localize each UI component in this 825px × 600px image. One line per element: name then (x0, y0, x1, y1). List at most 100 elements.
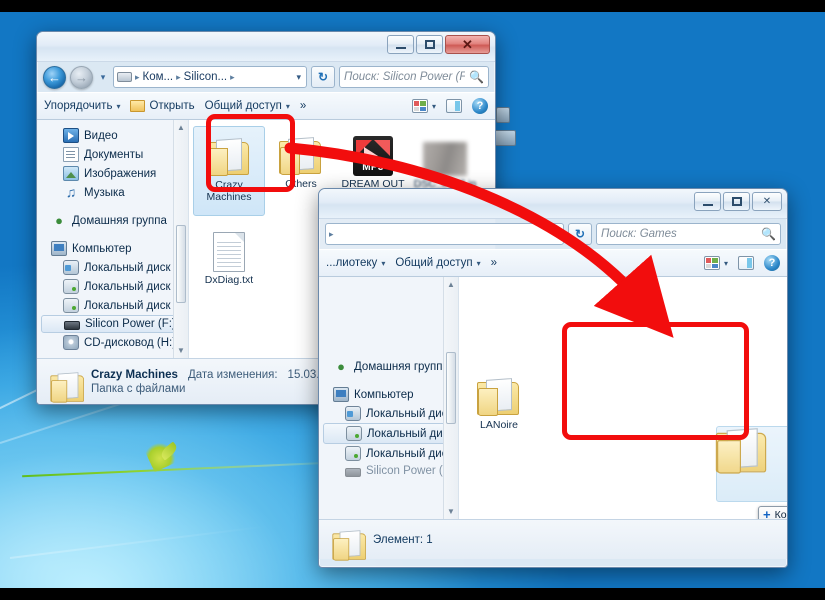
nav-item-drive-e[interactable]: Локальный диск (E:) (319, 444, 458, 463)
chevron-down-icon: ▾ (285, 101, 290, 111)
refresh-button[interactable]: ↻ (568, 223, 592, 245)
help-icon[interactable]: ? (764, 255, 780, 271)
nav-pane-scrollbar[interactable]: ▲ ▼ (443, 277, 458, 519)
drop-target-area[interactable]: + Копировать в "Games" (706, 414, 787, 519)
nav-item-silicon-power[interactable]: Silicon Power (F:) (41, 315, 184, 333)
scrollbar-thumb[interactable] (446, 352, 456, 424)
drop-tooltip: + Копировать в "Games" (758, 506, 787, 519)
desktop-icon[interactable] (496, 107, 510, 123)
nav-item-music[interactable]: ♫ Музыка (37, 183, 188, 202)
cd-drive-icon (63, 335, 79, 350)
minimize-button[interactable] (387, 35, 414, 54)
preview-pane-icon[interactable] (446, 99, 462, 113)
close-button[interactable]: ✕ (445, 35, 490, 54)
titlebar-source[interactable]: ✕ (37, 32, 495, 62)
share-button[interactable]: Общий доступ ▾ (395, 257, 480, 269)
nav-item-video[interactable]: Видео (37, 126, 188, 145)
organize-button[interactable]: Упорядочить ▾ (44, 100, 120, 112)
maximize-button[interactable] (723, 192, 750, 211)
nav-label: Компьютер (72, 242, 132, 255)
breadcrumb-dropdown-icon[interactable]: ▾ (553, 229, 560, 240)
file-list-target[interactable]: LANoire + Копировать в "Games" (459, 277, 787, 519)
scroll-down-icon[interactable]: ▼ (444, 504, 458, 519)
nav-item-homegroup[interactable]: ● Домашняя группа (37, 211, 188, 230)
help-icon[interactable]: ? (472, 98, 488, 114)
titlebar-target[interactable]: ✕ (319, 189, 787, 219)
forward-button[interactable]: → (70, 65, 93, 89)
breadcrumb-source[interactable]: ▸ Ком... ▸ Silicon... ▸ ▾ (113, 66, 307, 88)
scroll-down-icon[interactable]: ▼ (174, 343, 188, 358)
details-pane-target: Элемент: 1 (319, 519, 787, 561)
computer-icon (51, 241, 67, 256)
nav-label: Видео (84, 129, 118, 142)
nav-pane-scrollbar[interactable]: ▲ ▼ (173, 120, 188, 358)
close-button[interactable]: ✕ (752, 192, 782, 211)
change-view-button[interactable]: ▾ (411, 99, 436, 113)
explorer-window-target[interactable]: ✕ ▸ ▾ ↻ Поиск: Games 🔍 ...лиотеку ▾ Общи… (318, 188, 788, 568)
add-to-library-button[interactable]: ...лиотеку ▾ (326, 257, 385, 269)
file-item-lanoire[interactable]: LANoire (463, 367, 535, 433)
window-controls-source: ✕ (387, 35, 490, 54)
open-label: Открыть (149, 100, 195, 112)
scroll-up-icon[interactable]: ▲ (174, 120, 188, 135)
mp3-icon: MP3 (353, 136, 393, 176)
preview-pane-icon[interactable] (738, 256, 754, 270)
text-file-icon (213, 232, 245, 272)
toolbar-source: Упорядочить ▾ Открыть Общий доступ ▾ » ▾… (37, 92, 495, 120)
nav-item-drive-d[interactable]: Локальный диск (D:) (37, 277, 188, 296)
file-label: LANoire (480, 419, 518, 431)
drive-icon (345, 446, 361, 461)
nav-item-computer[interactable]: Компьютер (319, 385, 458, 404)
breadcrumb-part-drive[interactable]: Silicon... (184, 71, 227, 83)
share-button[interactable]: Общий доступ ▾ (205, 100, 290, 112)
nav-item-drive-c[interactable]: Локальный диск (C:) (319, 404, 458, 423)
view-icon (703, 256, 720, 270)
nav-item-computer[interactable]: Компьютер (37, 239, 188, 258)
scroll-up-icon[interactable]: ▲ (444, 277, 458, 292)
chevron-down-icon: ▾ (723, 258, 728, 268)
breadcrumb-part-computer[interactable]: Ком... (143, 71, 174, 83)
nav-label: Документы (84, 148, 144, 161)
file-thumb: MP3 (339, 130, 407, 176)
refresh-button[interactable]: ↻ (311, 66, 335, 88)
homegroup-icon: ● (337, 359, 345, 374)
scrollbar-thumb[interactable] (176, 225, 186, 303)
nav-item-silicon-power[interactable]: Silicon Power (F:) (319, 463, 458, 479)
search-box-source[interactable]: Поиск: Silicon Power (F:) 🔍 (339, 66, 489, 88)
nav-item-drive-d[interactable]: Локальный диск (D:) (323, 423, 458, 444)
plus-icon: + (763, 507, 771, 519)
breadcrumb-dropdown-icon[interactable]: ▾ (296, 72, 303, 83)
folder-icon (332, 529, 366, 561)
desktop-icon[interactable] (494, 130, 516, 146)
nav-item-drive-c[interactable]: Локальный диск (C:) (37, 258, 188, 277)
nav-label: Компьютер (354, 388, 414, 401)
share-label: Общий доступ (395, 257, 473, 269)
navigation-pane-source[interactable]: Видео Документы Изображения ♫ Музыка ● Д… (37, 120, 189, 358)
change-view-button[interactable]: ▾ (703, 256, 728, 270)
chevron-down-icon: ▾ (476, 258, 481, 268)
breadcrumb-target[interactable]: ▸ ▾ (325, 223, 564, 245)
nav-label: CD-дисковод (H:) (84, 336, 177, 349)
nav-item-drive-e[interactable]: Локальный диск (E:) (37, 296, 188, 315)
navigation-pane-target[interactable]: ● Домашняя группа Компьютер Локальный ди… (319, 277, 459, 519)
minimize-button[interactable] (694, 192, 721, 211)
nav-item-homegroup[interactable]: ● Домашняя группа (319, 357, 458, 376)
search-icon: 🔍 (761, 227, 776, 241)
file-item-dxdiag[interactable]: DxDiag.txt (193, 222, 265, 288)
share-label: Общий доступ (204, 100, 282, 112)
history-dropdown-icon[interactable]: ▾ (97, 72, 109, 83)
nav-label: Изображения (84, 167, 157, 180)
back-button[interactable]: ← (43, 65, 66, 89)
more-commands-button[interactable]: » (491, 257, 497, 269)
chevron-down-icon: ▾ (116, 101, 121, 111)
file-item-crazy-machines[interactable]: Crazy Machines (193, 126, 265, 216)
search-box-target[interactable]: Поиск: Games 🔍 (596, 223, 781, 245)
maximize-button[interactable] (416, 35, 443, 54)
homegroup-icon: ● (55, 213, 63, 228)
nav-item-cd-drive[interactable]: CD-дисковод (H:) (37, 333, 188, 352)
open-button[interactable]: Открыть (130, 100, 195, 112)
music-icon: ♫ (65, 184, 77, 200)
nav-item-documents[interactable]: Документы (37, 145, 188, 164)
nav-item-pictures[interactable]: Изображения (37, 164, 188, 183)
more-commands-button[interactable]: » (300, 100, 306, 112)
